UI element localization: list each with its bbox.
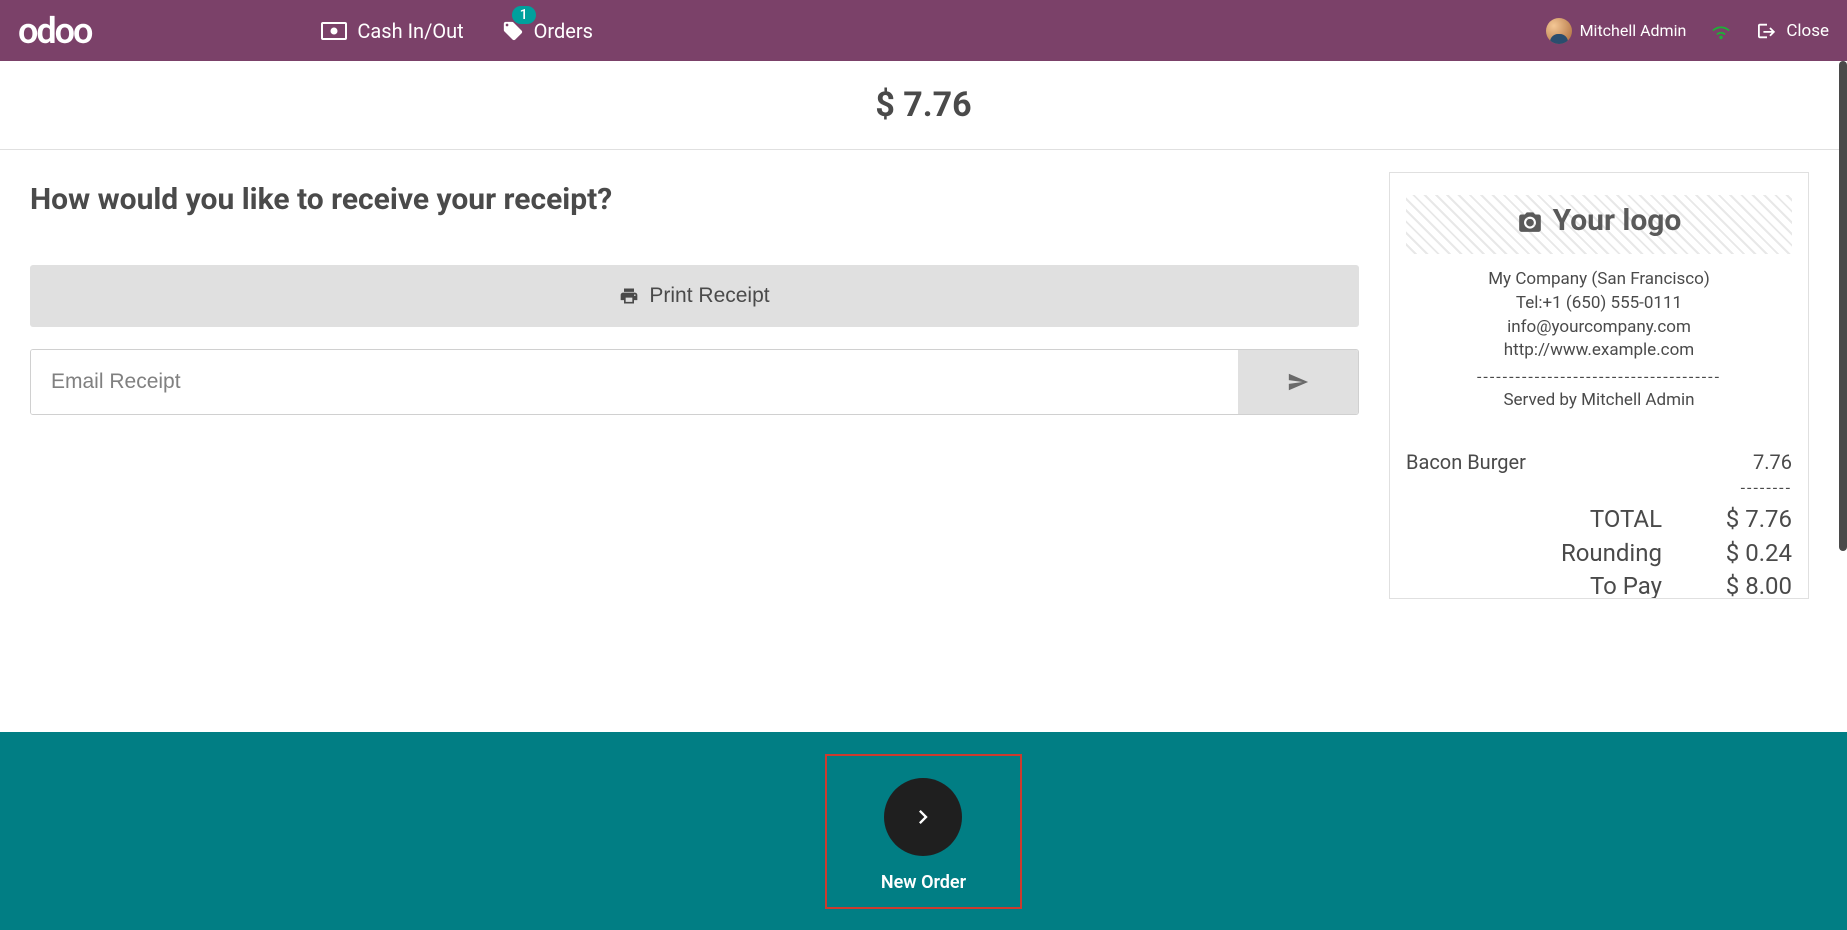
cash-label: Cash In/Out (357, 19, 463, 43)
total-row: TOTAL $ 7.76 (1406, 503, 1792, 537)
new-order-circle (884, 778, 962, 856)
user-menu[interactable]: Mitchell Admin (1546, 18, 1687, 44)
user-name: Mitchell Admin (1580, 21, 1687, 40)
print-receipt-button[interactable]: Print Receipt (30, 265, 1359, 327)
orders-button[interactable]: 1 Orders (502, 19, 593, 43)
new-order-button[interactable]: New Order (825, 754, 1022, 909)
print-label: Print Receipt (649, 284, 769, 308)
close-button[interactable]: Close (1756, 21, 1829, 41)
rounding-label: Rounding (1561, 537, 1662, 571)
close-label: Close (1786, 21, 1829, 41)
company-name: My Company (San Francisco) (1406, 268, 1792, 292)
bottom-bar: New Order (0, 732, 1847, 930)
close-icon (1756, 22, 1778, 40)
email-receipt-row (30, 349, 1359, 415)
main-content: How would you like to receive your recei… (0, 150, 1847, 599)
wifi-icon (1710, 22, 1732, 40)
served-by: Served by Mitchell Admin (1406, 390, 1792, 410)
receipt-logo-placeholder: Your logo (1406, 195, 1792, 254)
divider-line: -------------------------------------- (1406, 367, 1792, 386)
print-icon (619, 286, 639, 306)
send-email-button[interactable] (1238, 350, 1358, 414)
receipt-logo-text: Your logo (1553, 203, 1682, 238)
item-name: Bacon Burger (1406, 450, 1526, 474)
header-center: Cash In/Out 1 Orders (321, 19, 593, 43)
to-pay-label: To Pay (1590, 570, 1662, 599)
company-info: My Company (San Francisco) Tel:+1 (650) … (1406, 268, 1792, 363)
to-pay-row: To Pay $ 8.00 (1406, 570, 1792, 599)
cash-icon (321, 22, 347, 40)
header-bar: odoo Cash In/Out 1 Orders Mitchell Admin (0, 0, 1847, 61)
rounding-row: Rounding $ 0.24 (1406, 537, 1792, 571)
header-right: Mitchell Admin Close (1546, 18, 1829, 44)
receipt-preview: Your logo My Company (San Francisco) Tel… (1389, 172, 1809, 599)
tag-icon-wrapper: 1 (502, 20, 524, 42)
scrollbar-thumb[interactable] (1839, 61, 1847, 551)
odoo-logo: odoo (18, 10, 91, 52)
item-price: 7.76 (1753, 450, 1792, 474)
company-email: info@yourcompany.com (1406, 316, 1792, 340)
totals-divider: -------- (1406, 478, 1792, 497)
total-label: TOTAL (1590, 503, 1662, 537)
receipt-question: How would you like to receive your recei… (30, 182, 1359, 217)
new-order-label: New Order (881, 872, 966, 893)
cash-in-out-button[interactable]: Cash In/Out (321, 19, 463, 43)
receipt-options-panel: How would you like to receive your recei… (0, 150, 1389, 599)
email-input[interactable] (31, 350, 1238, 414)
rounding-value: $ 0.24 (1704, 537, 1792, 571)
total-value: $ 7.76 (1704, 503, 1792, 537)
company-website: http://www.example.com (1406, 339, 1792, 363)
receipt-line-item: Bacon Burger 7.76 (1406, 450, 1792, 474)
company-tel: Tel:+1 (650) 555-0111 (1406, 292, 1792, 316)
scrollbar[interactable] (1839, 61, 1847, 571)
amount-display: $ 7.76 (0, 61, 1847, 150)
chevron-right-icon (909, 803, 937, 831)
avatar (1546, 18, 1572, 44)
camera-icon (1517, 210, 1543, 232)
send-icon (1287, 371, 1309, 393)
orders-label: Orders (534, 19, 593, 43)
orders-badge: 1 (512, 6, 536, 24)
to-pay-value: $ 8.00 (1704, 570, 1792, 599)
